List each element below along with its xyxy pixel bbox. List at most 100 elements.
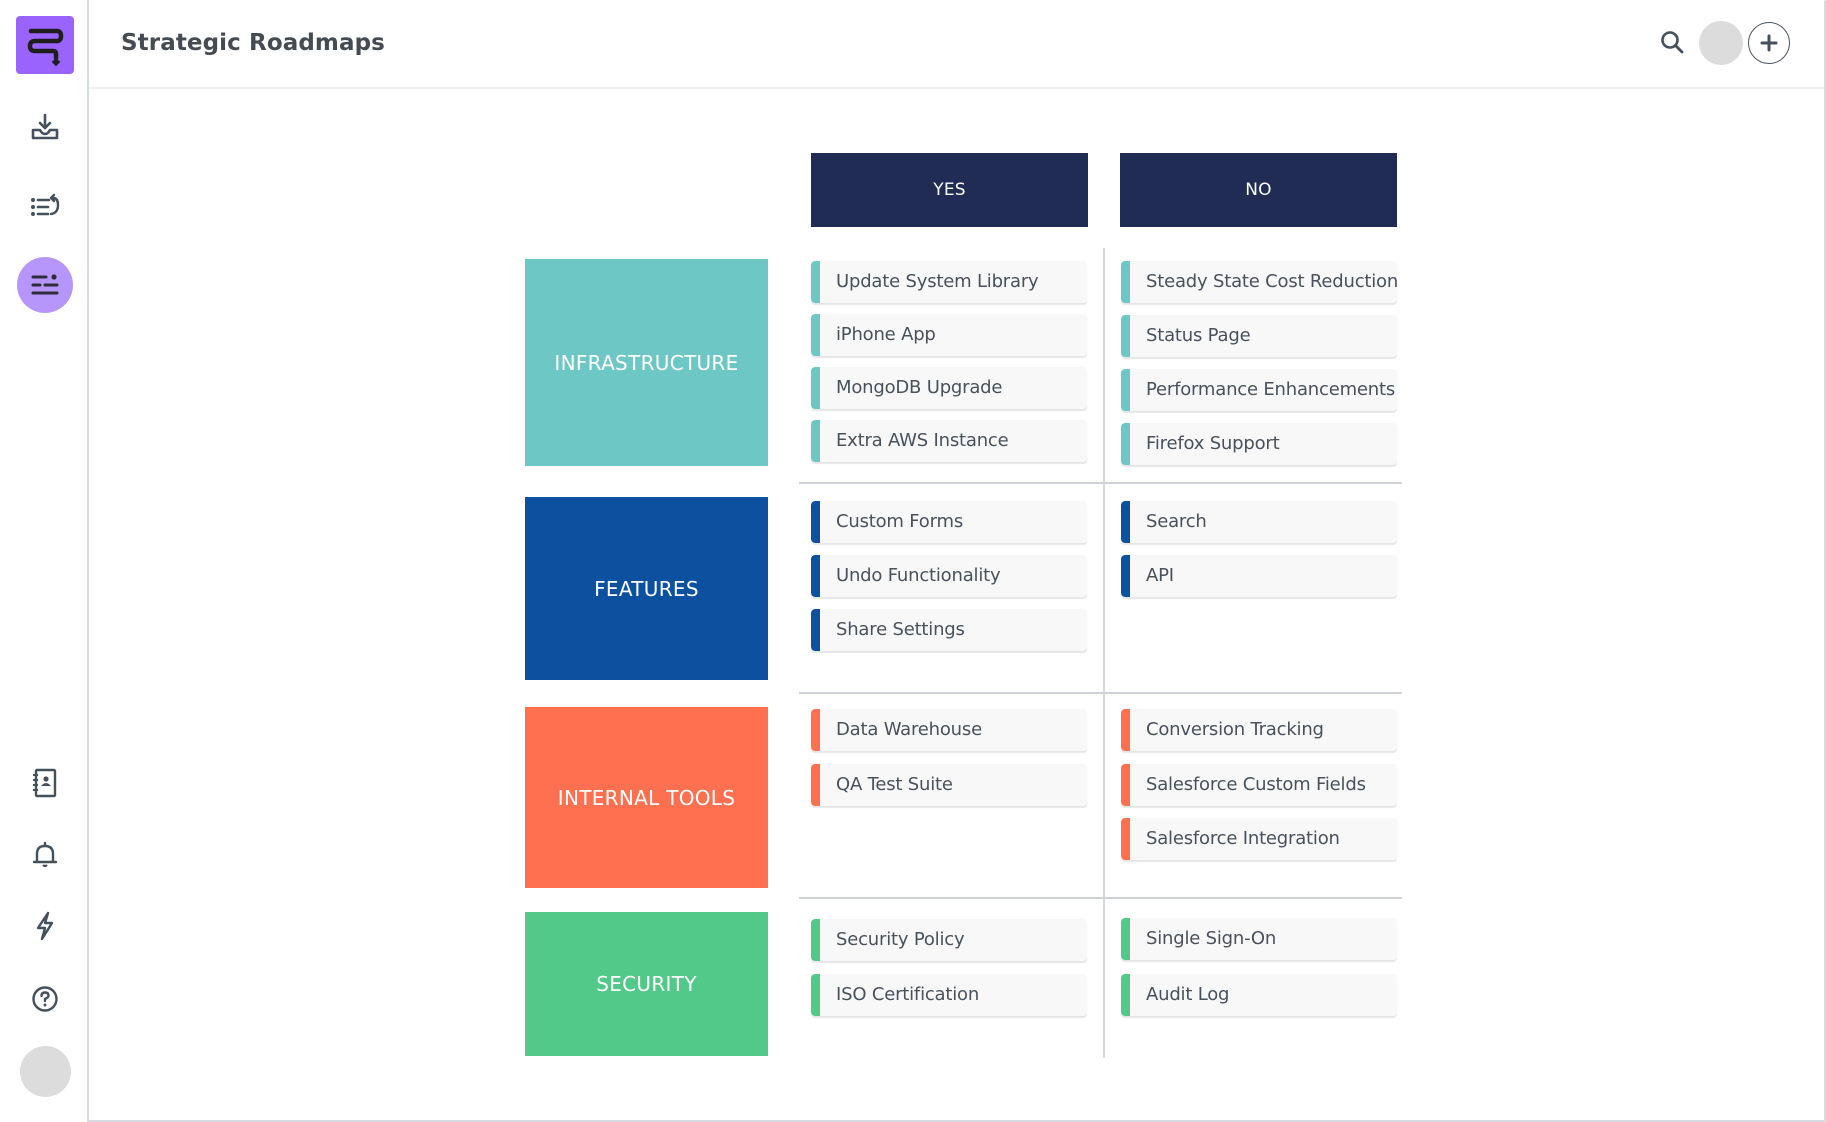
roadmap-card[interactable]: Conversion Tracking xyxy=(1121,709,1397,751)
roadmap-card[interactable]: Performance Enhancements xyxy=(1121,369,1397,411)
card-label: Firefox Support xyxy=(1146,433,1280,454)
roadmap-sliders-icon xyxy=(31,274,59,295)
lightning-icon xyxy=(36,911,54,941)
column-divider xyxy=(1103,248,1105,1058)
card-label: Steady State Cost Reductions xyxy=(1146,271,1397,292)
roadmap-card[interactable]: Search xyxy=(1121,501,1397,543)
card-label: Performance Enhancements xyxy=(1146,379,1396,400)
card-label: Undo Functionality xyxy=(836,565,1001,586)
sidebar xyxy=(0,0,89,1122)
roadmap-logo-icon xyxy=(27,28,64,67)
card-label: Custom Forms xyxy=(836,511,964,532)
card-label: API xyxy=(1146,565,1174,586)
card-color-bar xyxy=(1121,555,1130,597)
card-label: Search xyxy=(1146,511,1207,532)
card-label: Share Settings xyxy=(836,619,965,640)
card-color-bar xyxy=(1121,764,1130,806)
card-label: Extra AWS Instance xyxy=(836,430,1009,451)
card-color-bar xyxy=(1121,709,1130,751)
roadmap-card[interactable]: Firefox Support xyxy=(1121,423,1397,465)
roadmap-card[interactable]: QA Test Suite xyxy=(811,764,1087,806)
card-color-bar xyxy=(1121,974,1130,1016)
card-color-bar xyxy=(1121,423,1130,465)
card-color-bar xyxy=(811,555,820,597)
row-divider xyxy=(799,897,1402,899)
roadmap-card[interactable]: Share Settings xyxy=(811,609,1087,651)
sidebar-item-integrations[interactable] xyxy=(20,901,70,951)
card-color-bar xyxy=(1121,501,1130,543)
card-color-bar xyxy=(811,919,820,961)
roadmap-card[interactable]: Single Sign-On xyxy=(1121,918,1397,960)
list-return-icon xyxy=(31,193,60,216)
card-label: Data Warehouse xyxy=(836,719,982,740)
card-color-bar xyxy=(1121,261,1130,303)
sidebar-item-notifications[interactable] xyxy=(20,830,70,880)
plus-icon xyxy=(1760,34,1778,52)
category-features[interactable]: FEATURES xyxy=(525,497,768,680)
sidebar-item-roadmaps[interactable] xyxy=(17,257,73,313)
card-color-bar xyxy=(811,764,820,806)
card-color-bar xyxy=(811,609,820,651)
sidebar-item-help[interactable] xyxy=(20,974,70,1024)
card-label: Status Page xyxy=(1146,325,1251,346)
card-label: ISO Certification xyxy=(836,984,980,1005)
card-color-bar xyxy=(811,261,820,303)
roadmap-card[interactable]: Data Warehouse xyxy=(811,709,1087,751)
row-divider xyxy=(799,692,1402,694)
card-label: Security Policy xyxy=(836,929,965,950)
app-logo[interactable] xyxy=(16,16,74,74)
search-button[interactable] xyxy=(1658,28,1688,58)
user-avatar[interactable] xyxy=(20,1046,71,1097)
card-label: Conversion Tracking xyxy=(1146,719,1324,740)
sidebar-item-contacts[interactable] xyxy=(20,758,70,808)
roadmap-card[interactable]: API xyxy=(1121,555,1397,597)
search-icon xyxy=(1661,31,1684,54)
card-color-bar xyxy=(811,314,820,356)
add-button[interactable] xyxy=(1748,22,1790,64)
roadmap-card[interactable]: iPhone App xyxy=(811,314,1087,356)
contacts-book-icon xyxy=(33,768,57,798)
category-security[interactable]: SECURITY xyxy=(525,912,768,1056)
header-avatar[interactable] xyxy=(1699,21,1743,65)
card-label: Single Sign-On xyxy=(1146,928,1277,949)
sidebar-item-lists[interactable] xyxy=(20,182,70,232)
card-label: Audit Log xyxy=(1146,984,1230,1005)
card-label: MongoDB Upgrade xyxy=(836,377,1003,398)
roadmap-card[interactable]: Custom Forms xyxy=(811,501,1087,543)
card-label: Update System Library xyxy=(836,271,1039,292)
roadmap-card[interactable]: Salesforce Integration xyxy=(1121,818,1397,860)
card-color-bar xyxy=(811,501,820,543)
roadmap-card[interactable]: MongoDB Upgrade xyxy=(811,367,1087,409)
card-color-bar xyxy=(1121,818,1130,860)
page-title: Strategic Roadmaps xyxy=(121,30,385,56)
category-internal-tools[interactable]: INTERNAL TOOLS xyxy=(525,707,768,888)
card-color-bar xyxy=(811,367,820,409)
column-header-yes: YES xyxy=(811,153,1088,227)
category-infrastructure[interactable]: INFRASTRUCTURE xyxy=(525,259,768,466)
card-label: QA Test Suite xyxy=(836,774,953,795)
roadmap-card[interactable]: Audit Log xyxy=(1121,974,1397,1016)
row-divider xyxy=(799,482,1402,484)
bell-icon xyxy=(32,841,58,868)
card-color-bar xyxy=(811,709,820,751)
card-color-bar xyxy=(811,974,820,1016)
roadmap-card[interactable]: Security Policy xyxy=(811,919,1087,961)
card-color-bar xyxy=(1121,369,1130,411)
card-label: Salesforce Custom Fields xyxy=(1146,774,1366,795)
roadmap-card[interactable]: Undo Functionality xyxy=(811,555,1087,597)
column-header-no: NO xyxy=(1120,153,1397,227)
roadmap-card[interactable]: Salesforce Custom Fields xyxy=(1121,764,1397,806)
card-label: Salesforce Integration xyxy=(1146,828,1340,849)
roadmap-card[interactable]: Status Page xyxy=(1121,315,1397,357)
roadmap-card[interactable]: ISO Certification xyxy=(811,974,1087,1016)
inbox-download-icon xyxy=(31,113,59,140)
roadmap-card[interactable]: Steady State Cost Reductions xyxy=(1121,261,1397,303)
card-label: iPhone App xyxy=(836,324,936,345)
help-circle-icon xyxy=(32,986,58,1012)
roadmap-card[interactable]: Update System Library xyxy=(811,261,1087,303)
card-color-bar xyxy=(1121,918,1130,960)
card-color-bar xyxy=(811,420,820,462)
top-header: Strategic Roadmaps xyxy=(89,0,1824,89)
sidebar-item-import[interactable] xyxy=(20,102,70,152)
roadmap-card[interactable]: Extra AWS Instance xyxy=(811,420,1087,462)
